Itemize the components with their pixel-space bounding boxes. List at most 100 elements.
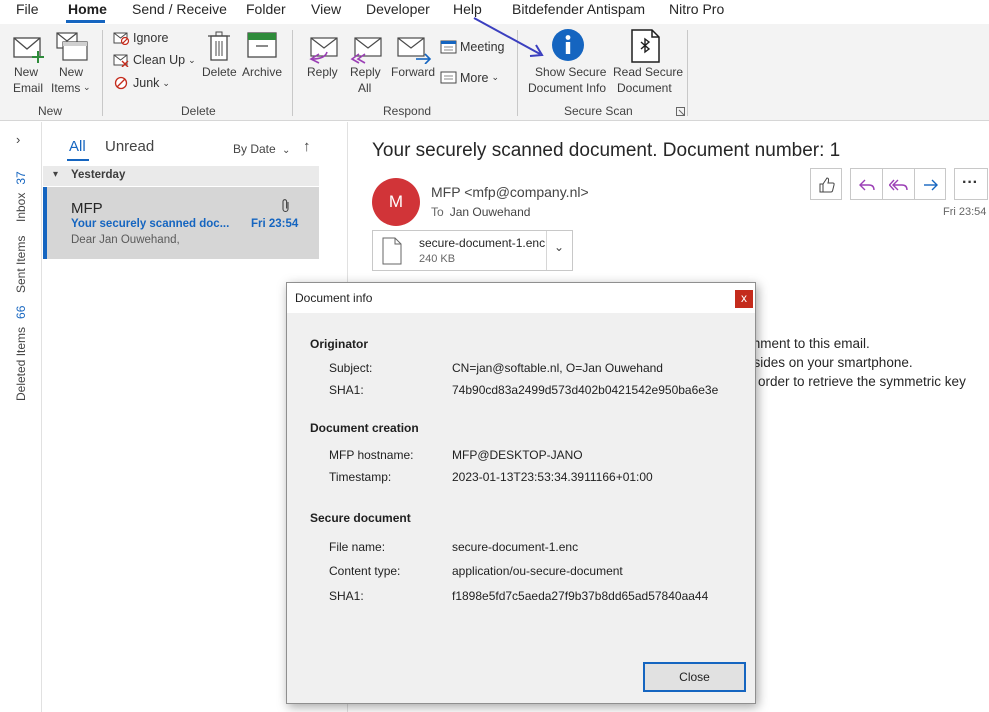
secure-content-type-value: application/ou-secure-document [452,564,623,578]
secure-content-type-key: Content type: [329,564,401,578]
list-item-subject: Your securely scanned doc... [71,218,230,230]
email-recipients: To Jan Ouwehand [431,205,530,219]
more-button[interactable]: More ⌄ [440,70,499,85]
menu-tab-developer[interactable]: Developer [366,1,430,17]
paperclip-icon [282,199,289,213]
info-icon [552,29,584,61]
ignore-icon [113,32,130,45]
dialog-close-button[interactable]: Close [643,662,746,692]
group-label-delete: Delete [181,104,216,118]
archive-label: Archive [242,65,283,79]
creation-hostname-value: MFP@DESKTOP-JANO [452,448,583,462]
attachment-name: secure-document-1.enc [419,236,546,250]
ignore-button[interactable]: Ignore [113,31,168,45]
secure-sha1-value: f1898e5fd7c5aeda27f9b37b8dd65ad57840aa44 [452,589,709,603]
new-items-icon [56,32,88,61]
reply-all-icon [350,37,382,64]
chevron-down-icon: ⌄ [162,77,170,88]
archive-button[interactable]: Archive [240,30,286,94]
menu-tab-folder[interactable]: Folder [246,1,286,17]
sort-direction-arrow-icon[interactable]: ↑ [303,138,311,155]
menu-tab-home[interactable]: Home [68,1,107,17]
new-items-label-2: Items [51,81,81,95]
group-header-label: Yesterday [71,169,126,181]
menu-tab-file[interactable]: File [16,1,39,17]
active-tab-indicator [66,20,105,23]
email-sender[interactable]: MFP <mfp@company.nl> [431,184,589,200]
reply-button[interactable]: Reply [302,30,342,94]
show-secure-label-1: Show Secure [535,65,607,79]
show-secure-label-2: Document Info [528,81,607,95]
new-items-button[interactable]: New Items ⌄ [50,30,94,95]
list-item-time: Fri 23:54 [251,218,299,230]
secure-document-icon [631,29,660,63]
dialog-close-icon[interactable]: x [735,290,753,308]
email-body-line: order to retrieve the symmetric key [758,374,966,389]
chevron-down-icon: ⌄ [554,240,565,254]
forward-button[interactable]: Forward [390,30,436,94]
nav-inbox[interactable]: Inbox 37 [14,171,28,222]
list-item-sender: MFP [71,200,103,217]
email-time: Fri 23:54 [943,206,987,218]
dialog-title: Document info [295,291,373,305]
nav-sent-items[interactable]: Sent Items [14,236,28,293]
archive-icon [247,32,277,58]
menu-tab-nitro[interactable]: Nitro Pro [669,1,724,17]
delete-button[interactable]: Delete [200,30,238,94]
nav-deleted-items[interactable]: Deleted Items 66 [14,306,28,401]
more-respond-icon [440,71,457,84]
forward-action-button[interactable] [914,168,946,200]
collapse-chevron-icon[interactable]: ▾ [53,169,58,180]
chevron-down-icon: ⌄ [83,82,91,92]
forward-label: Forward [391,65,436,79]
junk-label: Junk [133,76,160,90]
chevron-down-icon: ⌄ [282,145,291,156]
forward-arrow-icon [924,179,938,191]
reply-action-button[interactable] [850,168,882,200]
selection-bar [43,187,47,259]
forward-icon [397,37,432,64]
section-originator-heading: Originator [310,337,369,351]
junk-button[interactable]: Junk ⌄ [113,76,170,90]
new-email-label-1: New [14,65,39,79]
dialog-launcher-icon[interactable] [676,107,686,117]
reply-all-button[interactable]: Reply All [345,30,387,95]
reply-all-label-1: Reply [350,65,381,79]
more-label: More [460,70,489,85]
menu-tab-view[interactable]: View [311,1,341,17]
filter-all-indicator [67,159,89,161]
read-secure-label-1: Read Secure [613,65,684,79]
to-label: To [431,205,444,219]
group-label-secure-scan: Secure Scan [564,104,633,118]
read-secure-document-button[interactable]: Read Secure Document [611,28,684,96]
sort-label: By Date [233,142,276,156]
to-name[interactable]: Jan Ouwehand [450,205,531,219]
list-item-preview: Dear Jan Ouwehand, [71,234,180,246]
new-email-icon [13,37,44,63]
attachment-menu-button[interactable]: ⌄ [546,231,572,270]
thumbs-up-icon [819,177,835,193]
new-email-button[interactable]: New Email [8,30,48,95]
nav-inbox-label: Inbox [14,192,28,222]
sort-dropdown[interactable]: By Date ⌄ [233,142,290,156]
reply-all-label-2: All [358,81,372,95]
secure-sha1-key: SHA1: [329,589,364,603]
more-actions-button[interactable]: ··· [954,168,988,200]
nav-inbox-count: 37 [14,171,28,185]
expand-chevron-icon[interactable]: › [16,132,20,147]
reply-all-action-button[interactable] [882,168,914,200]
group-separator [102,30,103,116]
file-icon [382,237,402,265]
reply-icon [309,37,338,64]
section-creation-heading: Document creation [310,421,419,435]
group-separator [687,30,688,116]
ignore-label: Ignore [133,31,169,45]
filter-unread-tab[interactable]: Unread [105,138,154,155]
filter-all-tab[interactable]: All [69,138,86,155]
menu-tab-send-receive[interactable]: Send / Receive [132,1,227,17]
annotation-arrow [473,17,544,57]
like-button[interactable] [810,168,842,200]
chevron-down-icon: ⌄ [491,72,500,82]
chevron-down-icon: ⌄ [188,54,196,65]
clean-up-button[interactable]: Clean Up ⌄ [113,53,196,67]
